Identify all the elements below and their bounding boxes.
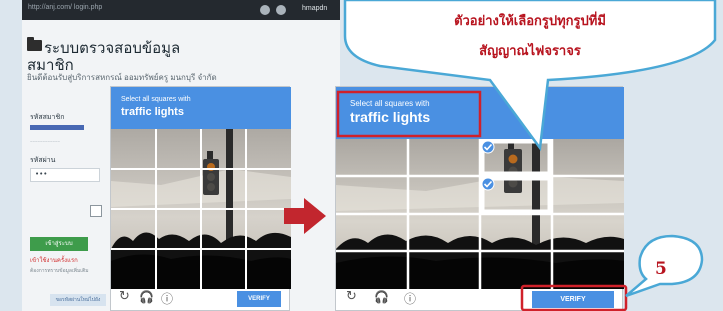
step-number: 5 [655,259,667,279]
check-icon [481,177,495,191]
audio-icon[interactable]: 🎧 [374,290,389,304]
captcha-header-selected: Select all squares with traffic lights [336,87,624,139]
callout-text-line1: ตัวอย่างให้เลือกรูปทุกรูปที่มี [454,14,606,29]
reload-icon[interactable]: ↻ [346,289,357,304]
verify-button-selected[interactable]: VERIFY [532,291,614,308]
captcha-panel-right: Select all squares with traffic lights ↻… [335,86,624,311]
info-icon[interactable]: ⓘ [404,290,416,307]
traffic-light-photo-selected [336,139,624,289]
captcha-image-grid-selected[interactable] [336,139,624,289]
captcha-target-selected: traffic lights [350,109,431,125]
captcha-instruction-selected: Select all squares with [350,99,430,108]
check-icon [481,140,495,154]
callout-text-line2: สัญญาณไฟจราจร [479,44,581,59]
captcha-footer-selected: ↻ 🎧 ⓘ VERIFY [336,287,624,310]
